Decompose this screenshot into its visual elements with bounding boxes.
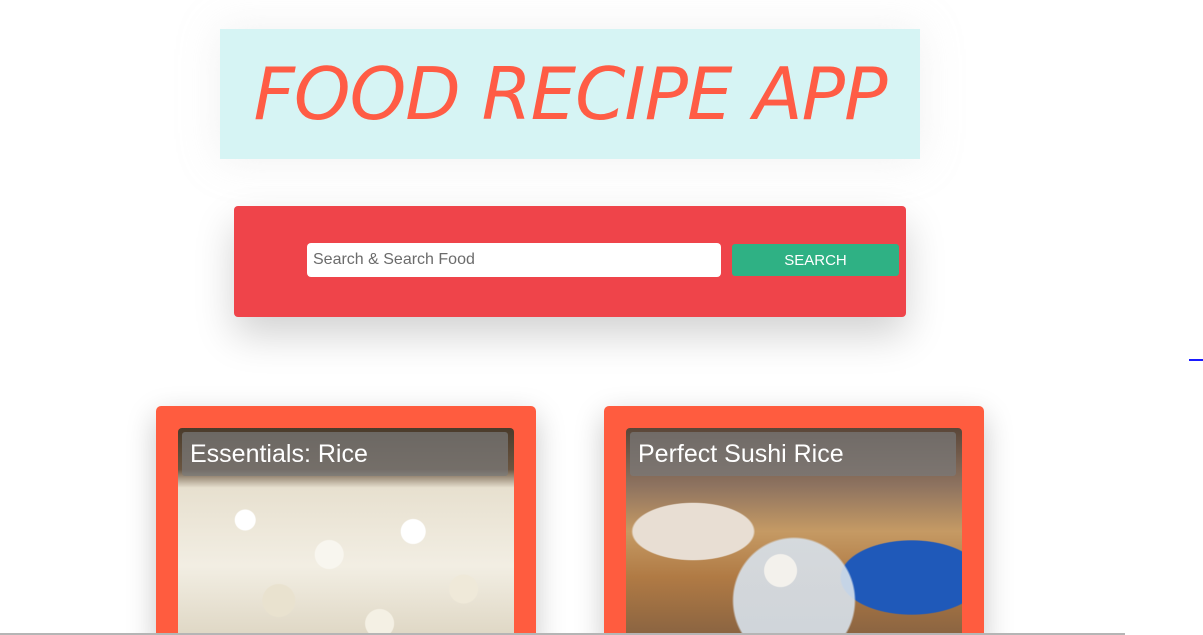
recipe-card[interactable]: Perfect Sushi Rice	[604, 406, 984, 635]
recipe-title: Essentials: Rice	[182, 432, 508, 476]
search-button[interactable]: SEARCH	[732, 244, 899, 276]
recipe-title: Perfect Sushi Rice	[630, 432, 956, 476]
recipe-image[interactable]: Essentials: Rice	[178, 428, 514, 635]
offscreen-link-fragment[interactable]	[1189, 359, 1203, 361]
app-title: FOOD RECIPE APP	[253, 52, 888, 136]
recipe-image[interactable]: Perfect Sushi Rice	[626, 428, 962, 635]
search-panel: SEARCH	[234, 206, 906, 317]
page: FOOD RECIPE APP SEARCH Essentials: Rice …	[0, 0, 1203, 635]
recipe-card[interactable]: Essentials: Rice	[156, 406, 536, 635]
app-title-banner: FOOD RECIPE APP	[220, 29, 920, 159]
search-input[interactable]	[307, 243, 721, 277]
